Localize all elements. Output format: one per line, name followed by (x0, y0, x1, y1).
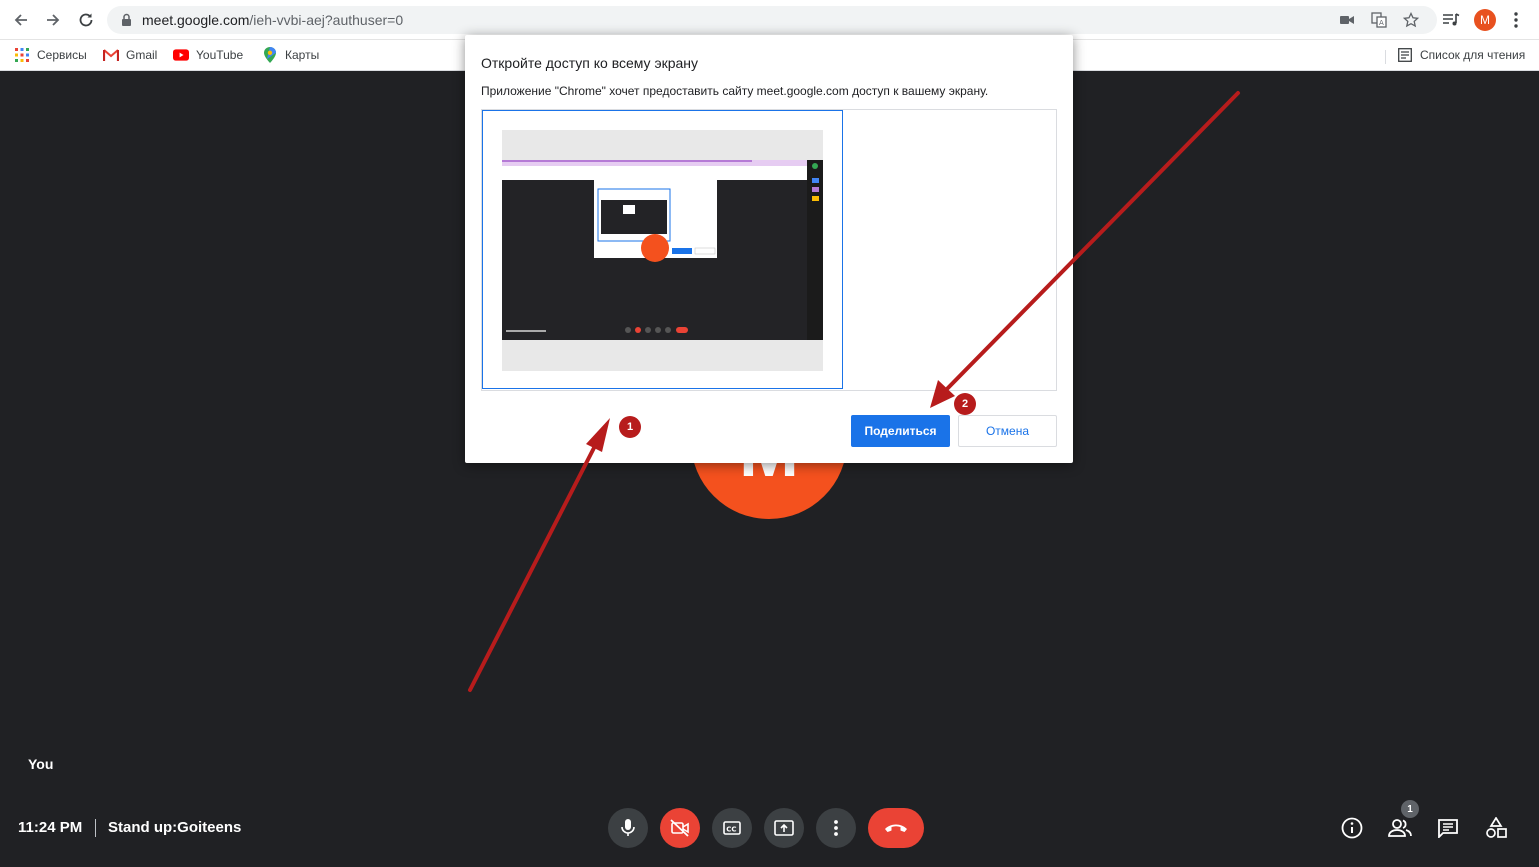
annotation-arrows (468, 91, 1240, 692)
step-2-marker: 2 (954, 393, 976, 415)
step-1-marker: 1 (619, 416, 641, 438)
